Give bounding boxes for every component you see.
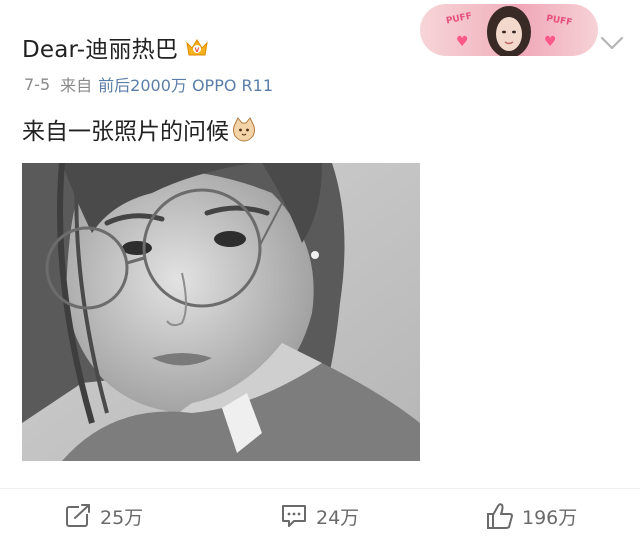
post-meta: 7-5 来自 前后2000万 OPPO R11: [24, 72, 273, 96]
like-count: 196万: [522, 506, 578, 529]
cat-emoji-icon: [233, 117, 255, 142]
banner-sticker-text-left: PUFF: [445, 11, 473, 27]
post-body: 来自一张照片的问候: [22, 112, 257, 146]
profile-banner-sticker: PUFF ♥ PUFF ♥: [420, 4, 598, 56]
svg-text:V: V: [195, 47, 200, 54]
comment-count: 24万: [316, 506, 360, 529]
repost-icon: [66, 503, 92, 527]
like-button[interactable]: 196万: [486, 499, 577, 533]
post-photo[interactable]: [22, 163, 420, 461]
username[interactable]: Dear-迪丽热巴: [22, 30, 178, 64]
thumbs-up-icon: [487, 503, 513, 529]
source-prefix: 来自: [60, 76, 93, 95]
divider: [0, 488, 640, 489]
weibo-post-card: PUFF ♥ PUFF ♥ Dear-迪丽热巴 V 7-5 来自 前后2000万…: [0, 0, 640, 548]
crown-badge-icon[interactable]: V: [184, 36, 210, 58]
chevron-down-icon[interactable]: [597, 28, 627, 58]
repost-count: 25万: [100, 506, 144, 529]
post-date: 7-5: [24, 74, 51, 94]
repost-button[interactable]: 25万: [64, 499, 143, 533]
avatar: [487, 6, 531, 56]
comment-button[interactable]: 24万: [280, 499, 359, 533]
post-text: 来自一张照片的问候: [22, 119, 229, 145]
banner-sticker-text-right: PUFF: [545, 13, 573, 29]
heart-icon: ♥: [544, 34, 557, 50]
portrait-image: [22, 163, 420, 461]
comment-icon: [282, 505, 306, 527]
heart-icon: ♥: [456, 34, 469, 50]
source-device-link[interactable]: 前后2000万 OPPO R11: [98, 72, 273, 96]
post-header: Dear-迪丽热巴 V: [22, 30, 210, 64]
